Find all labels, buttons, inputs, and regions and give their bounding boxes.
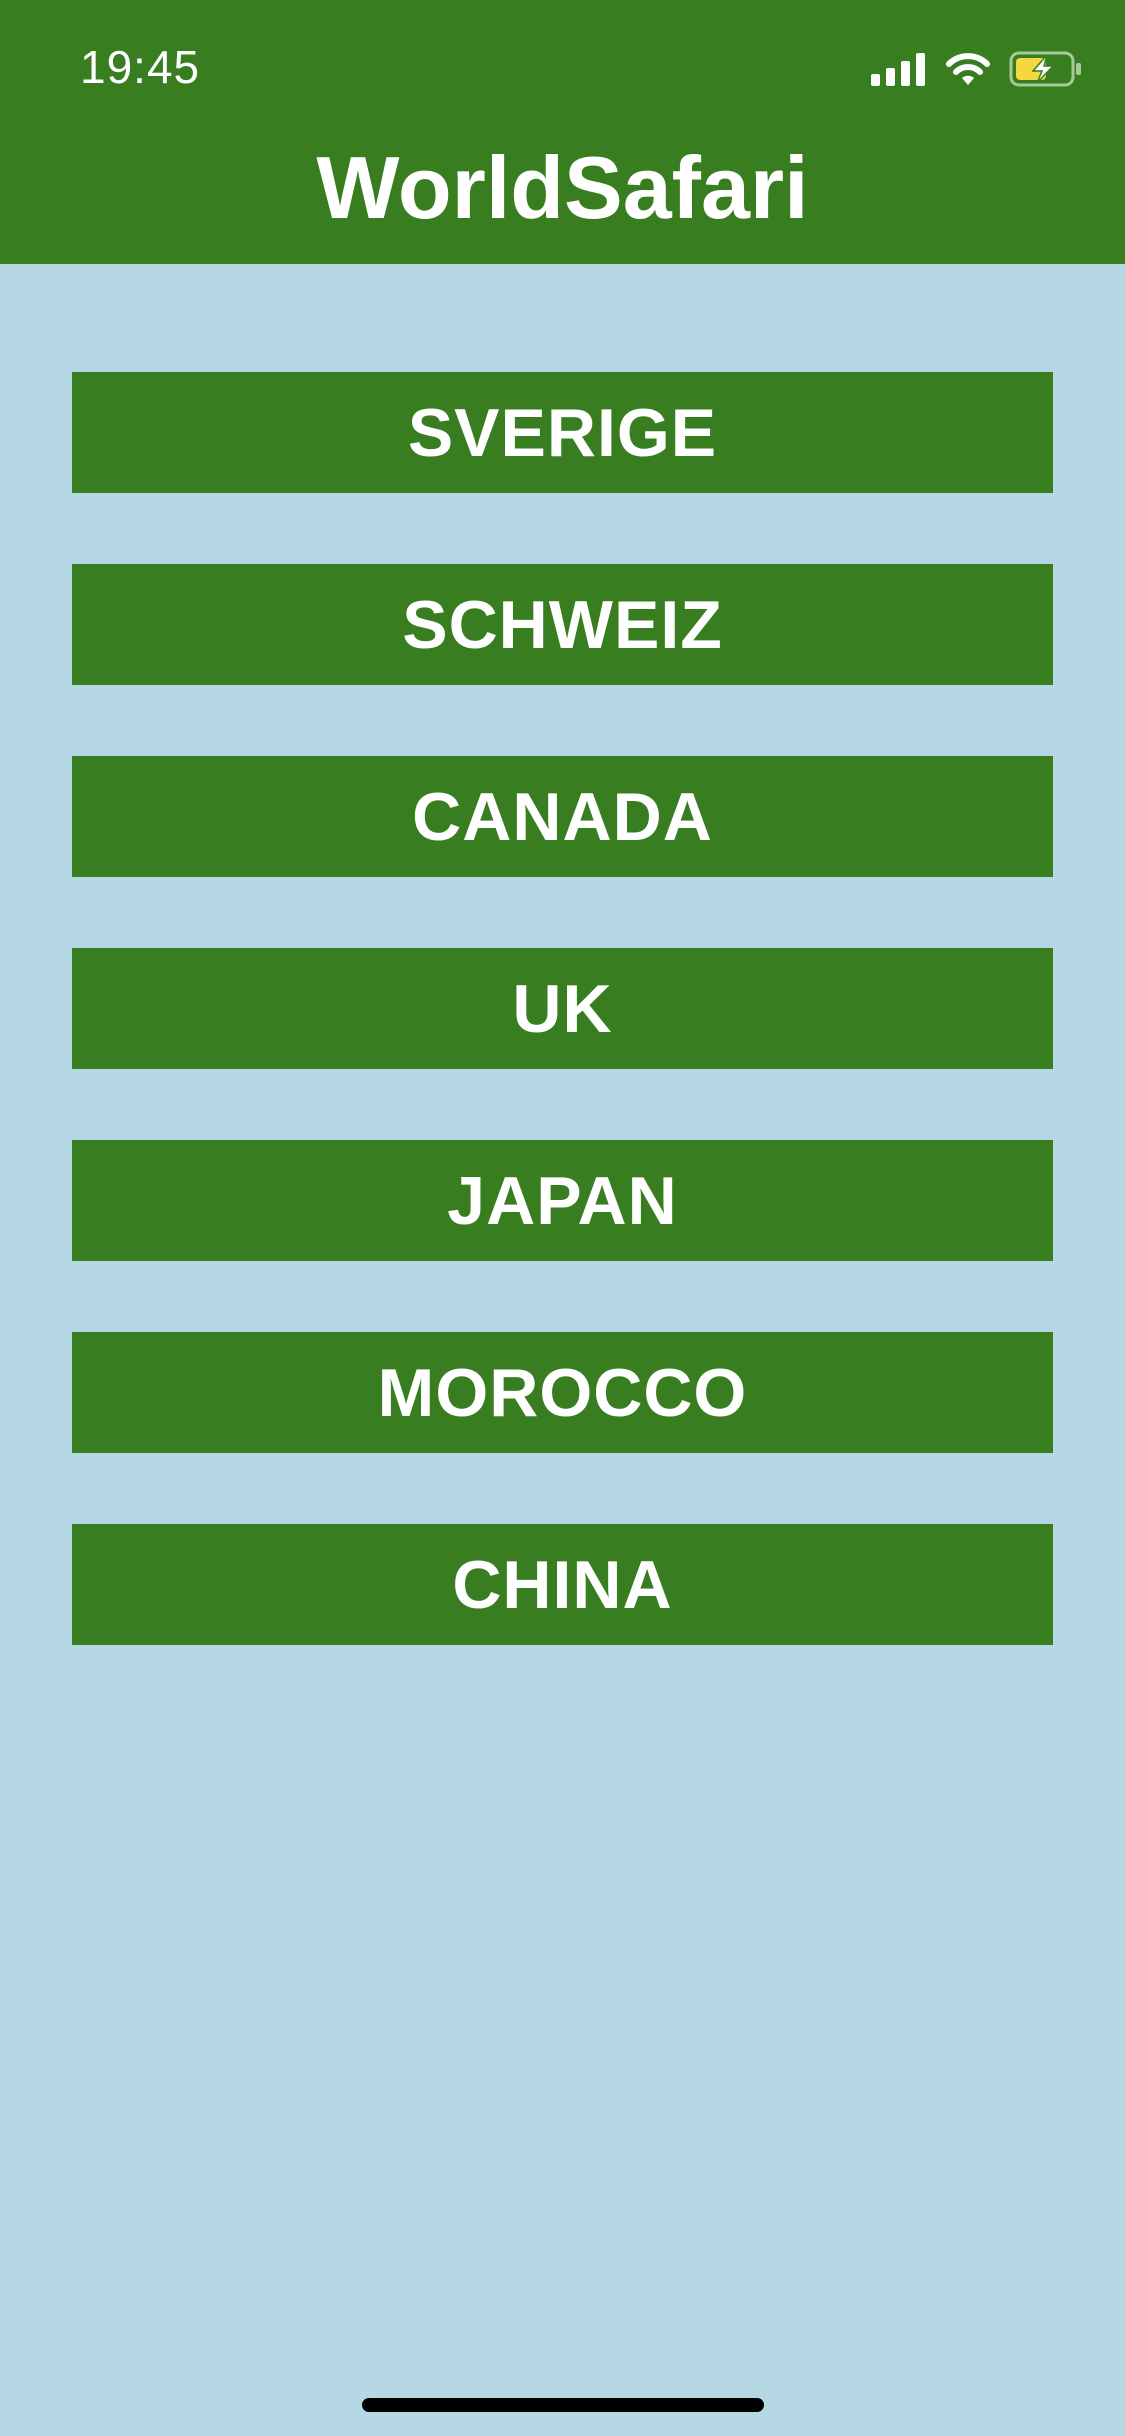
home-indicator[interactable] — [362, 2398, 764, 2412]
country-button-sverige[interactable]: SVERIGE — [72, 372, 1053, 493]
country-button-label: JAPAN — [447, 1162, 678, 1239]
status-time: 19:45 — [80, 41, 201, 93]
country-button-uk[interactable]: UK — [72, 948, 1053, 1069]
country-button-label: UK — [512, 970, 613, 1047]
country-list: SVERIGE SCHWEIZ CANADA UK JAPAN MOROCCO … — [72, 372, 1053, 1716]
country-button-japan[interactable]: JAPAN — [72, 1140, 1053, 1261]
status-icons — [871, 48, 1083, 90]
wifi-icon — [946, 53, 990, 85]
country-button-label: MOROCCO — [377, 1354, 748, 1431]
country-button-schweiz[interactable]: SCHWEIZ — [72, 564, 1053, 685]
battery-charging-icon — [1009, 51, 1081, 87]
country-button-label: CHINA — [452, 1546, 673, 1623]
country-button-label: CANADA — [412, 778, 713, 855]
country-button-label: SCHWEIZ — [402, 586, 723, 663]
country-button-canada[interactable]: CANADA — [72, 756, 1053, 877]
app-header: 19:45 WorldSafari — [0, 0, 1125, 264]
cellular-signal-icon — [871, 53, 925, 86]
country-button-morocco[interactable]: MOROCCO — [72, 1332, 1053, 1453]
app-title: WorldSafari — [316, 138, 809, 237]
country-button-label: SVERIGE — [407, 394, 718, 471]
country-button-china[interactable]: CHINA — [72, 1524, 1053, 1645]
